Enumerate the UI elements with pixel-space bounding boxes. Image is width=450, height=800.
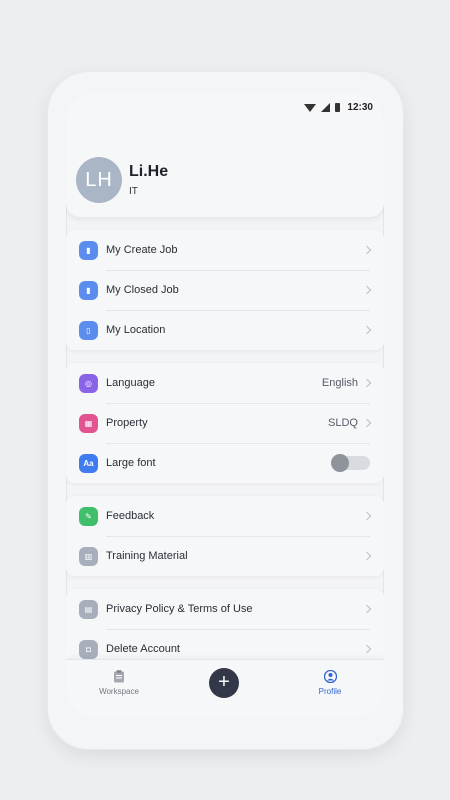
avatar[interactable]: LH [76,157,122,203]
user-icon [323,670,337,683]
delete-account-icon: ◘ [79,639,98,659]
chevron-right-icon [362,378,372,388]
menu-item-label: My Create Job [106,244,178,256]
toggle-knob [331,454,349,472]
menu-item-closed-job[interactable]: ▮ My Closed Job [66,270,384,310]
chevron-right-icon [362,551,372,561]
property-icon: ▦ [79,413,98,433]
tab-workspace[interactable]: Workspace [84,670,154,696]
user-name: Li.He [129,163,169,180]
location-icon: ▯ [79,320,98,340]
privacy-policy-icon: ▤ [79,599,98,619]
screen: 12:30 LH Li.He IT ▮ My Create Job ▮ My Clos… [66,93,384,717]
menu-item-label: Training Material [106,550,188,562]
menu-item-language[interactable]: ◎ Language English [66,363,384,403]
menu-item-font[interactable]: Aa Large font [66,443,384,483]
status-time: 12:30 [347,101,373,113]
create-job-icon: ▮ [79,240,98,260]
menu-item-label: Language [106,377,155,389]
menu-item-value: English [321,377,358,389]
menu-item-label: My Closed Job [106,284,179,296]
menu-item-label: Privacy Policy & Terms of Use [106,603,253,615]
closed-job-icon: ▮ [79,280,98,300]
chevron-right-icon [362,604,372,614]
signal-icon [321,102,331,112]
chevron-right-icon [362,325,372,335]
menu-item-label: Delete Account [106,643,180,655]
status-bar: 12:30 [66,93,384,121]
menu-item-label: Feedback [106,510,155,522]
menu-group: ▮ My Create Job ▮ My Closed Job ▯ My Location [66,230,384,350]
language-icon: ◎ [79,373,98,393]
menu-group: ✎ Feedback ▥ Training Material [66,496,384,576]
tab-profile-label: Profile [318,687,342,696]
menu-group: ◎ Language English ▦ Property SLDQ Aa Large fon… [66,363,384,483]
chevron-right-icon [362,511,372,521]
menu-item-feedback[interactable]: ✎ Feedback [66,496,384,536]
menu-item-create-job[interactable]: ▮ My Create Job [66,230,384,270]
chevron-right-icon [362,285,372,295]
feedback-icon: ✎ [79,506,98,526]
menu-group: ▤ Privacy Policy & Terms of Use ◘ Delete Ac… [66,589,384,669]
menu-item-property[interactable]: ▦ Property SLDQ [66,403,384,443]
tab-profile[interactable]: Profile [295,670,365,696]
menu-item-label: My Location [106,324,166,336]
battery-icon [335,102,341,112]
chevron-right-icon [362,644,372,654]
menu-item-label: Large font [106,457,156,469]
tab-workspace-label: Workspace [99,687,139,696]
menu-item-location[interactable]: ▯ My Location [66,310,384,350]
training-material-icon: ▥ [79,546,98,566]
chevron-right-icon [362,418,372,428]
font-icon: Aa [79,453,98,473]
user-department: IT [129,186,138,197]
profile-card[interactable]: 12:30 LH Li.He IT [66,93,384,217]
menu-item-value: SLDQ [328,417,358,429]
wifi-icon [304,104,317,112]
large-font-toggle[interactable] [331,454,370,472]
menu-item-privacy-policy[interactable]: ▤ Privacy Policy & Terms of Use [66,589,384,629]
add-button[interactable]: + [209,668,239,698]
menu-item-label: Property [106,417,148,429]
clipboard-icon [114,670,124,683]
chevron-right-icon [362,245,372,255]
bottom-nav: Workspace + Profile [66,659,384,717]
menu-item-training-material[interactable]: ▥ Training Material [66,536,384,576]
